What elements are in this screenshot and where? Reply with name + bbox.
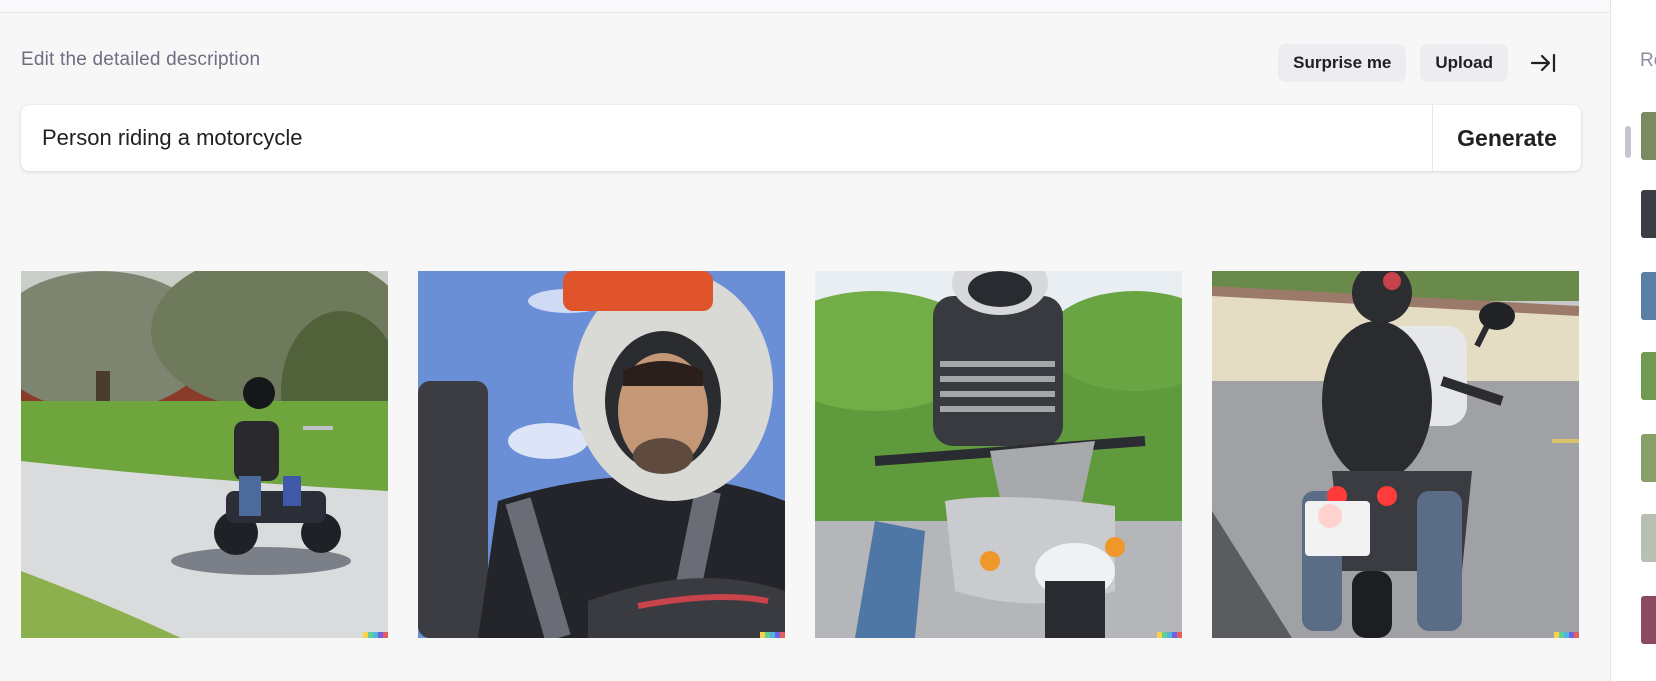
collapse-panel-icon[interactable]: [1526, 46, 1560, 80]
prompt-input[interactable]: [21, 105, 1432, 171]
history-thumb[interactable]: [1641, 352, 1656, 400]
cruiser-rider-image: [21, 271, 388, 638]
history-thumb[interactable]: [1641, 190, 1656, 238]
history-thumb[interactable]: [1641, 112, 1656, 160]
upload-button[interactable]: Upload: [1420, 44, 1508, 82]
surprise-me-button[interactable]: Surprise me: [1278, 44, 1407, 82]
helmet-closeup-image: [418, 271, 785, 638]
signature-mark: [1554, 632, 1579, 638]
sport-bike-rider-image: [815, 271, 1182, 638]
prompt-bar: Generate: [21, 105, 1581, 171]
result-image-2[interactable]: [418, 271, 785, 638]
result-image-4[interactable]: [1212, 271, 1579, 638]
results-gallery: [21, 271, 1579, 638]
generate-button[interactable]: Generate: [1432, 105, 1581, 171]
result-image-3[interactable]: [815, 271, 1182, 638]
history-thumb[interactable]: [1641, 596, 1656, 644]
signature-mark: [760, 632, 785, 638]
result-image-1[interactable]: [21, 271, 388, 638]
prompt-actions: Surprise me Upload: [1278, 44, 1560, 82]
signature-mark: [1157, 632, 1182, 638]
prompt-section-label: Edit the detailed description: [21, 49, 261, 70]
sidebar-title: Recent: [1640, 50, 1656, 71]
history-thumb[interactable]: [1641, 434, 1656, 482]
rear-view-rider-image: [1212, 271, 1579, 638]
history-sidebar: Recent: [1610, 0, 1656, 681]
sidebar-scrollbar[interactable]: [1625, 126, 1631, 158]
history-thumb[interactable]: [1641, 272, 1656, 320]
signature-mark: [363, 632, 388, 638]
main-panel: Edit the detailed description Surprise m…: [0, 13, 1610, 681]
history-thumb[interactable]: [1641, 514, 1656, 562]
top-divider: [0, 0, 1610, 13]
